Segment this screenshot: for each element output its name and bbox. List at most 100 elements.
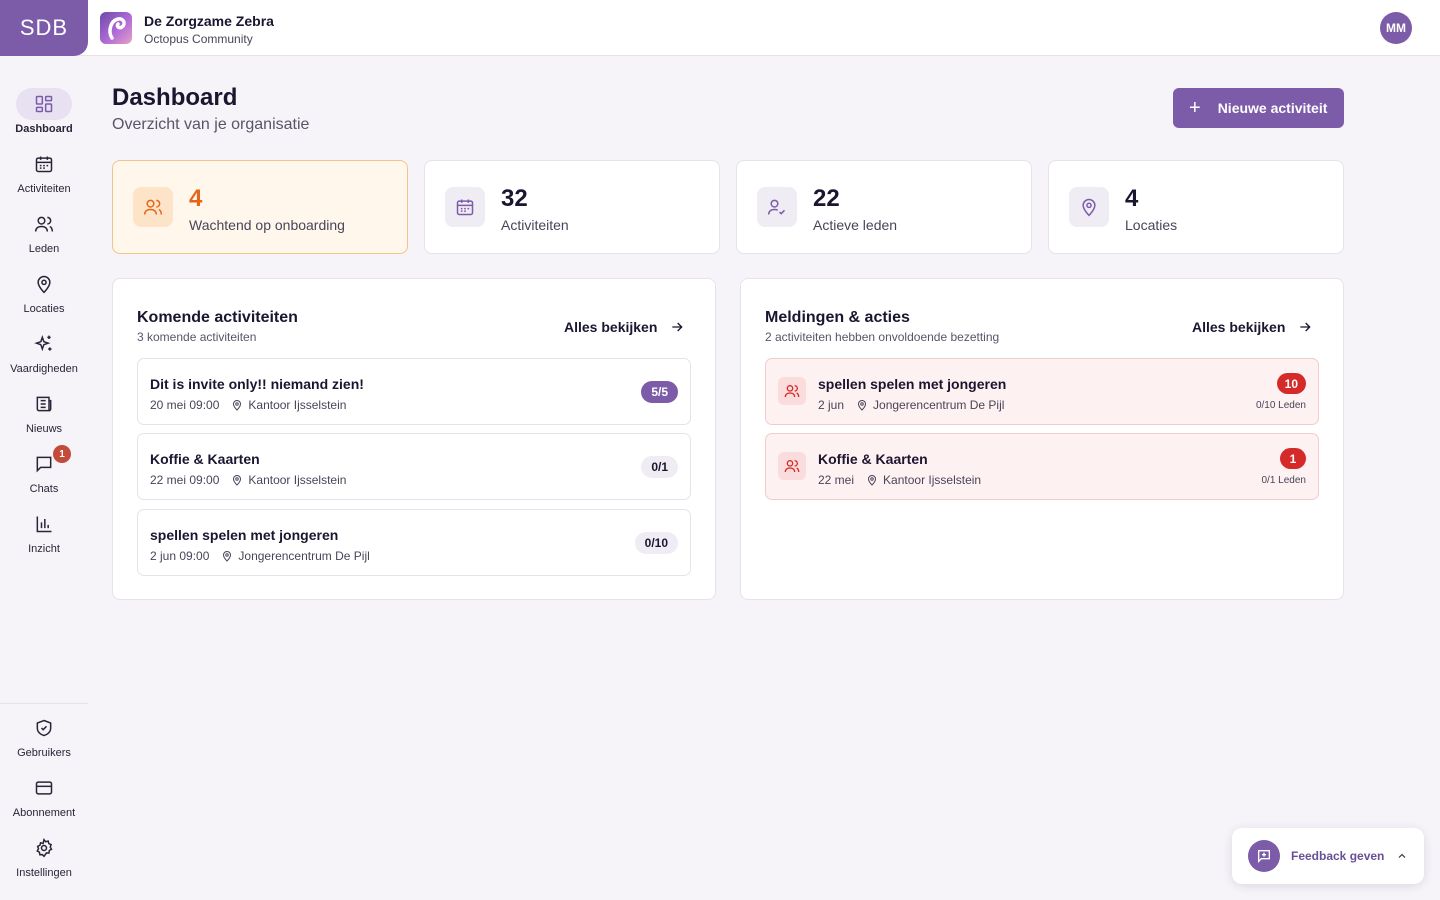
alerts-panel: Meldingen & acties 2 activiteiten hebben… bbox=[740, 278, 1344, 600]
sidebar-item-label: Vaardigheden bbox=[10, 363, 78, 375]
panel-subtitle: 3 komende activiteiten bbox=[137, 330, 257, 344]
arrow-right-icon bbox=[669, 319, 685, 335]
panel-title: Komende activiteiten bbox=[137, 309, 298, 326]
org-logo-icon bbox=[100, 12, 132, 44]
user-avatar[interactable]: MM bbox=[1380, 12, 1412, 44]
page-title: Dashboard bbox=[112, 84, 238, 111]
map-pin-icon bbox=[231, 474, 243, 486]
alert-meta: 22 mei Kantoor Ijsselstein bbox=[818, 473, 981, 487]
see-all-alerts-link[interactable]: Alles bekijken bbox=[1192, 319, 1313, 335]
map-pin-icon bbox=[221, 550, 233, 562]
sidebar-item-nieuws[interactable]: Nieuws bbox=[0, 388, 88, 448]
feedback-label: Feedback geven bbox=[1291, 849, 1385, 863]
activity-date: 2 jun 09:00 bbox=[150, 549, 210, 563]
chevron-up-icon[interactable] bbox=[1396, 850, 1408, 862]
sidebar-item-label: Gebruikers bbox=[17, 747, 71, 759]
alert-location: Jongerencentrum De Pijl bbox=[873, 398, 1005, 412]
calendar-icon bbox=[35, 156, 53, 173]
stat-icon-box bbox=[133, 187, 173, 227]
gear-icon bbox=[36, 838, 53, 858]
sidebar-item-label: Dashboard bbox=[15, 123, 73, 135]
map-pin-icon bbox=[231, 399, 243, 411]
feedback-icon bbox=[1248, 840, 1280, 872]
users-icon bbox=[784, 460, 800, 473]
sidebar-item-dashboard[interactable]: Dashboard bbox=[0, 88, 88, 148]
stat-icon-box bbox=[445, 187, 485, 227]
occupancy-badge: 0/10 bbox=[634, 532, 678, 554]
stat-card-activities[interactable]: 32 Activiteiten bbox=[424, 160, 720, 254]
logo-text: SDB bbox=[19, 15, 69, 40]
panel-title: Meldingen & acties bbox=[765, 309, 910, 326]
activity-date: 20 mei 09:00 bbox=[150, 398, 220, 412]
see-all-activities-link[interactable]: Alles bekijken bbox=[564, 319, 685, 335]
grid-icon bbox=[35, 95, 53, 113]
credit-card-icon bbox=[35, 781, 53, 795]
shield-check-icon bbox=[36, 719, 52, 737]
sidebar-item-gebruikers[interactable]: Gebruikers bbox=[0, 712, 88, 772]
sidebar-item-chats[interactable]: 1 Chats bbox=[0, 445, 88, 508]
stat-card-onboarding[interactable]: 4 Wachtend op onboarding bbox=[112, 160, 408, 254]
alert-icon-box bbox=[778, 452, 806, 480]
sidebar-item-inzicht[interactable]: Inzicht bbox=[0, 508, 88, 568]
sidebar-item-vaardigheden[interactable]: Vaardigheden bbox=[0, 328, 88, 388]
panel-subtitle: 2 activiteiten hebben onvoldoende bezett… bbox=[765, 330, 1000, 344]
map-pin-icon bbox=[1082, 198, 1096, 217]
activity-location: Kantoor Ijsselstein bbox=[248, 473, 347, 487]
sidebar-item-label: Leden bbox=[28, 243, 60, 255]
org-name: De Zorgzame Zebra bbox=[144, 13, 274, 29]
sidebar-item-label: Locaties bbox=[23, 303, 65, 315]
activity-row[interactable]: spellen spelen met jongeren 2 jun 09:00 … bbox=[137, 509, 691, 576]
new-activity-button[interactable]: + Nieuwe activiteit bbox=[1173, 88, 1344, 128]
sidebar-item-locaties[interactable]: Locaties bbox=[0, 268, 88, 328]
newspaper-icon bbox=[36, 396, 52, 412]
chat-icon bbox=[36, 456, 52, 473]
stat-icon-box bbox=[1069, 187, 1109, 227]
members-count: 0/10 Leden bbox=[1255, 400, 1306, 411]
feedback-widget[interactable]: Feedback geven bbox=[1232, 828, 1424, 884]
activity-title: Dit is invite only!! niemand zien! bbox=[150, 376, 364, 392]
upcoming-activities-panel: Komende activiteiten 3 komende activitei… bbox=[112, 278, 716, 600]
top-bar: SDB De Zorgzame Zebra Octopus Community … bbox=[0, 0, 1440, 56]
activity-meta: 20 mei 09:00 Kantoor Ijsselstein bbox=[150, 398, 346, 412]
stat-label: Activiteiten bbox=[501, 217, 569, 233]
activity-row[interactable]: Dit is invite only!! niemand zien! 20 me… bbox=[137, 358, 691, 425]
activity-row[interactable]: Koffie & Kaarten 22 mei 09:00 Kantoor Ij… bbox=[137, 433, 691, 500]
sidebar: Dashboard Activiteiten Leden Locaties Va… bbox=[0, 57, 88, 900]
occupancy-badge: 5/5 bbox=[641, 381, 678, 403]
calendar-icon bbox=[456, 199, 474, 216]
map-pin-icon bbox=[37, 275, 51, 294]
app-logo[interactable]: SDB bbox=[0, 0, 88, 56]
alert-title: Koffie & Kaarten bbox=[818, 451, 928, 467]
occupancy-badge: 0/1 bbox=[641, 456, 678, 478]
stat-label: Locaties bbox=[1125, 217, 1178, 233]
stat-value: 4 bbox=[1125, 185, 1139, 212]
activity-location: Kantoor Ijsselstein bbox=[248, 398, 347, 412]
stat-card-active-members[interactable]: 22 Actieve leden bbox=[736, 160, 1032, 254]
alert-row[interactable]: spellen spelen met jongeren 2 jun Jonger… bbox=[765, 358, 1319, 425]
sidebar-item-instellingen[interactable]: Instellingen bbox=[0, 832, 88, 892]
alert-title: spellen spelen met jongeren bbox=[818, 376, 1007, 392]
see-all-label: Alles bekijken bbox=[1192, 319, 1286, 335]
activity-meta: 22 mei 09:00 Kantoor Ijsselstein bbox=[150, 473, 346, 487]
stat-icon-box bbox=[757, 187, 797, 227]
map-pin-icon bbox=[866, 474, 878, 486]
alert-date: 22 mei bbox=[818, 473, 855, 487]
sidebar-item-abonnement[interactable]: Abonnement bbox=[0, 772, 88, 832]
sidebar-item-leden[interactable]: Leden bbox=[0, 208, 88, 268]
sidebar-item-activiteiten[interactable]: Activiteiten bbox=[0, 148, 88, 208]
users-icon bbox=[784, 385, 800, 398]
see-all-label: Alles bekijken bbox=[564, 319, 658, 335]
activity-date: 22 mei 09:00 bbox=[150, 473, 220, 487]
activity-meta: 2 jun 09:00 Jongerencentrum De Pijl bbox=[150, 549, 370, 563]
sidebar-item-label: Instellingen bbox=[16, 867, 72, 879]
stat-value: 4 bbox=[189, 185, 203, 212]
stat-card-locations[interactable]: 4 Locaties bbox=[1048, 160, 1344, 254]
plus-icon: + bbox=[1189, 97, 1201, 119]
sparkles-icon bbox=[34, 335, 52, 352]
sidebar-item-label: Nieuws bbox=[25, 423, 63, 435]
map-pin-icon bbox=[856, 399, 868, 411]
alert-row[interactable]: Koffie & Kaarten 22 mei Kantoor Ijsselst… bbox=[765, 433, 1319, 500]
shortage-count-badge: 1 bbox=[1280, 448, 1306, 469]
user-check-icon bbox=[767, 199, 786, 215]
shortage-count-badge: 10 bbox=[1276, 373, 1306, 394]
